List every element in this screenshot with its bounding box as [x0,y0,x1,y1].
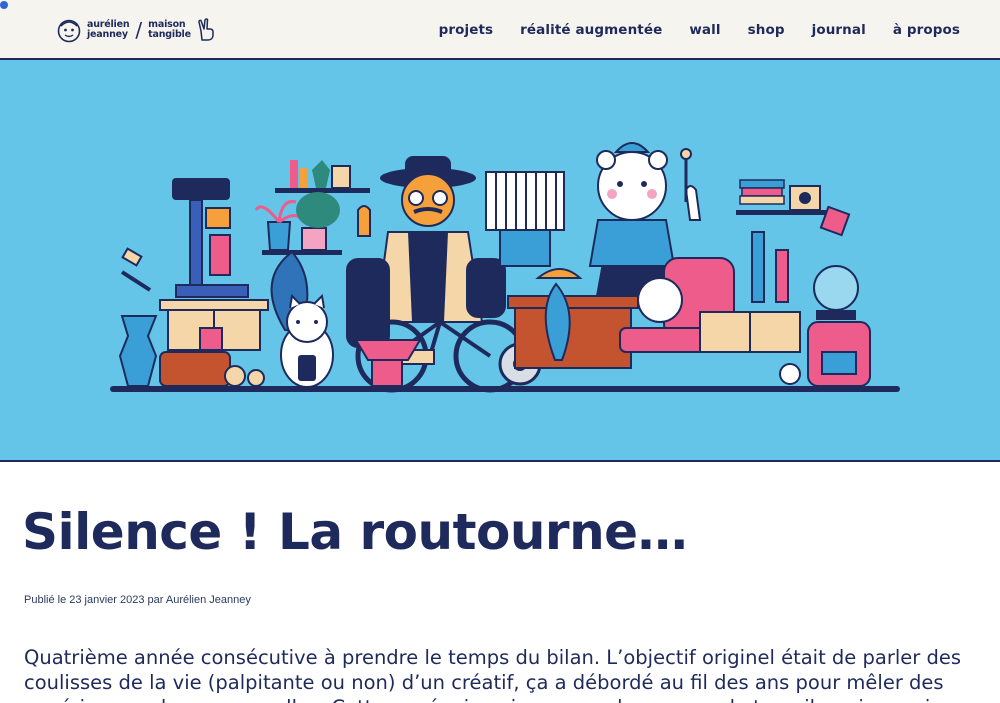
peace-hand-icon [198,18,214,41]
studio-name-line2: tangible [148,29,191,40]
article-intro: Quatrième année consécutive à prendre le… [24,646,962,703]
article-title: Silence ! La routourne… [22,503,688,561]
brand-name: aurélien jeanney [87,20,130,40]
nav-a-propos[interactable]: à propos [893,22,960,38]
article-meta: Publié le 23 janvier 2023 par Aurélien J… [24,594,251,606]
nav-projets[interactable]: projets [439,22,494,38]
brand-separator: / [135,18,143,42]
main-nav: projets réalité augmentée wall shop jour… [439,0,960,60]
site-header: aurélien jeanney / maison tangible proje… [0,0,1000,60]
studio-name: maison tangible [148,20,191,40]
nav-shop[interactable]: shop [748,22,785,38]
cursor-indicator [0,1,8,9]
hero-illustration [0,60,1000,462]
smiley-face-icon [57,19,81,43]
nav-wall[interactable]: wall [689,22,720,38]
site-logo[interactable]: aurélien jeanney / maison tangible [56,16,218,44]
nav-journal[interactable]: journal [812,22,866,38]
brand-name-line2: jeanney [87,29,128,40]
nav-realite-augmentee[interactable]: réalité augmentée [520,22,662,38]
workshop-illustration [110,142,900,393]
